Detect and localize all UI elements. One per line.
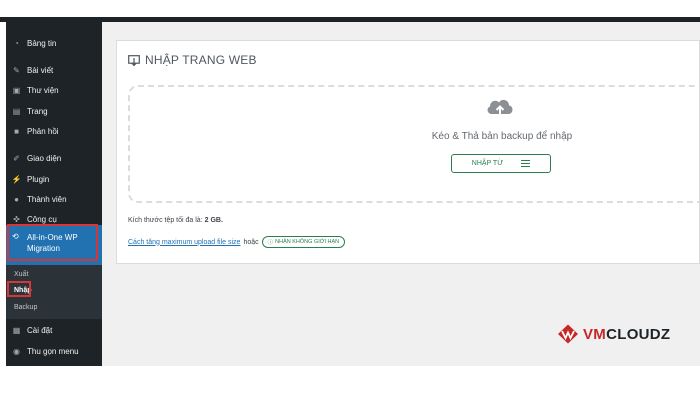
highlight-box-import — [7, 281, 31, 297]
sidebar-item-settings[interactable]: ▦ Cài đặt — [6, 322, 102, 338]
get-unlimited-label: NHẬN KHÔNG GIỚI HẠN — [275, 239, 340, 245]
dashboard-icon: ◔ — [14, 38, 19, 48]
sidebar-item-label: Phản hồi — [27, 126, 59, 136]
sidebar-item-label: Giao diện — [27, 153, 62, 163]
highlight-box-migration — [7, 224, 98, 261]
max-upload-size: Kích thước tệp tối đa là: 2 GB. — [128, 217, 223, 224]
sidebar-item-comments[interactable]: ■ Phản hồi — [6, 123, 102, 139]
sidebar-item-label: Plugin — [27, 174, 50, 184]
page-title-text: NHẬP TRANG WEB — [145, 53, 257, 67]
submenu-item-backup[interactable]: Backup — [14, 304, 37, 311]
sidebar-item-label: Cài đặt — [27, 325, 53, 335]
vmcloudz-logo: VMCLOUDZ — [557, 324, 670, 344]
sidebar-item-plugins[interactable]: ⚡ Plugin — [6, 171, 102, 187]
import-from-button[interactable]: NHẬP TỪ — [451, 154, 551, 173]
media-icon: ▣ — [12, 85, 21, 95]
vmcloudz-logo-icon — [558, 324, 578, 344]
sidebar-item-users[interactable]: ● Thành viên — [6, 191, 102, 207]
or-text: hoặc — [243, 238, 259, 246]
max-size-label: Kích thước tệp tối đa là: — [128, 217, 203, 224]
user-icon: ● — [14, 194, 19, 204]
sidebar-item-label: Thành viên — [27, 194, 67, 204]
drop-instructions: Kéo & Thả bản backup để nhập — [431, 131, 573, 142]
sidebar-item-appearance[interactable]: ✐ Giao diện — [6, 150, 102, 166]
plugin-icon: ⚡ — [11, 174, 22, 184]
pin-icon: ✎ — [13, 65, 20, 75]
sidebar-item-pages[interactable]: ▤ Trang — [6, 103, 102, 119]
sidebar-item-label: Bảng tin — [27, 38, 57, 48]
wrench-icon: ✜ — [13, 214, 20, 224]
admin-sidebar: ◔ Bảng tin ✎ Bài viết ▣ Thư viện ▤ Trang… — [6, 22, 102, 366]
import-icon — [128, 54, 140, 66]
import-from-label: NHẬP TỪ — [471, 160, 504, 167]
import-panel: NHẬP TRANG WEB Kéo & Thả bản backup để n… — [116, 40, 700, 264]
sidebar-item-label: Bài viết — [27, 65, 54, 75]
sidebar-item-label: Công cụ — [27, 214, 57, 224]
drop-zone[interactable] — [128, 85, 700, 203]
upload-help: Cách tăng maximum upload file size hoặc … — [128, 236, 346, 248]
get-unlimited-button[interactable]: ⓘ NHẬN KHÔNG GIỚI HẠN — [261, 236, 346, 248]
sidebar-item-label: Thư viện — [27, 85, 59, 95]
sidebar-collapse-menu[interactable]: ◉ Thu gọn menu — [6, 343, 102, 359]
settings-icon: ▦ — [12, 325, 21, 335]
brand-suffix: CLOUDZ — [606, 325, 671, 343]
sidebar-item-media[interactable]: ▣ Thư viện — [6, 82, 102, 98]
sidebar-item-posts[interactable]: ✎ Bài viết — [6, 62, 102, 78]
comment-icon: ■ — [14, 126, 19, 136]
page-title: NHẬP TRANG WEB — [128, 53, 257, 67]
info-icon: ⓘ — [267, 240, 274, 246]
increase-upload-size-link[interactable]: Cách tăng maximum upload file size — [128, 239, 240, 246]
sidebar-item-label: Trang — [27, 106, 48, 116]
cloud-upload-icon — [487, 99, 513, 117]
sidebar-item-label: Thu gọn menu — [27, 346, 79, 356]
collapse-icon: ◉ — [13, 346, 20, 356]
brand-prefix: VM — [583, 325, 607, 343]
page-icon: ▤ — [12, 106, 21, 116]
max-size-value: 2 GB. — [204, 217, 223, 224]
brush-icon: ✐ — [13, 153, 20, 163]
main-content: NHẬP TRANG WEB Kéo & Thả bản backup để n… — [102, 22, 700, 366]
brand-name: VMCLOUDZ — [583, 326, 670, 343]
hamburger-icon — [521, 160, 531, 167]
sidebar-item-dashboard[interactable]: ◔ Bảng tin — [6, 35, 102, 51]
submenu-item-export[interactable]: Xuất — [14, 271, 28, 278]
